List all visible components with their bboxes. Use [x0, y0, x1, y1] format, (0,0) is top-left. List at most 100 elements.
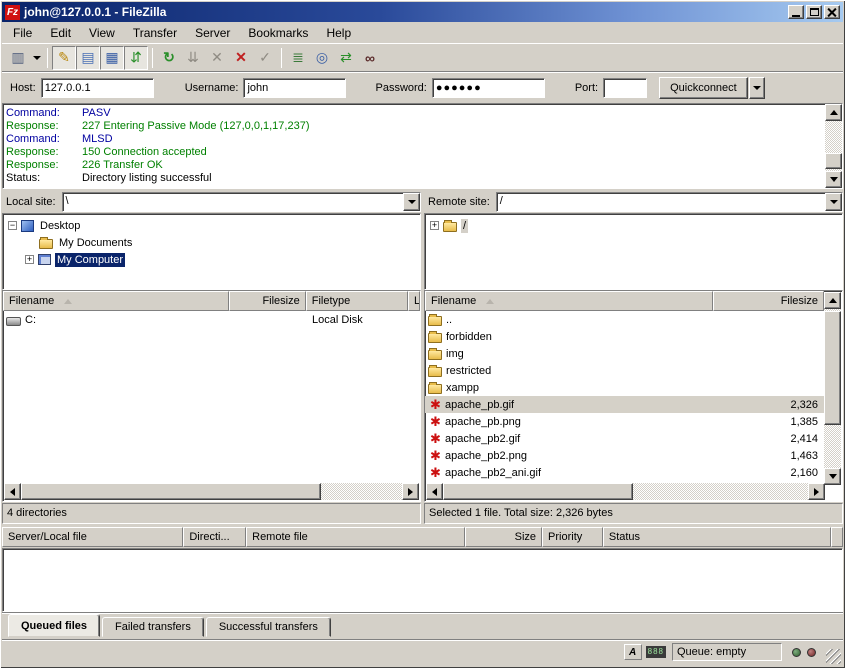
site-manager-button[interactable]: ▥: [6, 46, 30, 70]
column-header-remote-file[interactable]: Remote file: [246, 527, 465, 547]
process-queue-button[interactable]: ⇊: [181, 46, 205, 70]
close-button[interactable]: [824, 5, 840, 19]
column-header-server-local-file[interactable]: Server/Local file: [2, 527, 183, 547]
column-header-filename[interactable]: Filename: [3, 291, 229, 311]
scroll-track[interactable]: [443, 483, 808, 500]
local-site-dropdown[interactable]: [403, 193, 420, 211]
toggle-message-log-button[interactable]: ✎: [52, 46, 76, 70]
speedlimit-icon[interactable]: 888: [646, 646, 666, 658]
local-horizontal-scrollbar[interactable]: [4, 483, 419, 500]
scroll-track[interactable]: [21, 483, 402, 500]
host-input[interactable]: [41, 78, 154, 98]
column-header-priority[interactable]: Priority: [542, 527, 603, 547]
arrow-left-icon: [10, 488, 15, 496]
menu-file[interactable]: File: [4, 23, 41, 43]
disconnect-button[interactable]: ✕: [229, 46, 253, 70]
column-header-filetype[interactable]: Filetype: [306, 291, 408, 311]
resize-grip[interactable]: [826, 649, 841, 664]
scroll-thumb[interactable]: [21, 483, 321, 500]
cancel-operation-button[interactable]: ✕: [205, 46, 229, 70]
tab-successful-transfers[interactable]: Successful transfers: [206, 617, 331, 637]
scroll-thumb[interactable]: [443, 483, 633, 500]
scroll-up-button[interactable]: [825, 104, 842, 121]
quickconnect-dropdown[interactable]: [749, 77, 765, 99]
scroll-left-button[interactable]: [426, 483, 443, 500]
local-site-combo[interactable]: \: [62, 192, 421, 212]
remote-site-combo[interactable]: /: [496, 192, 843, 212]
toggle-local-tree-button[interactable]: ▤: [76, 46, 100, 70]
folder-row[interactable]: forbidden: [425, 328, 824, 345]
folder-row[interactable]: img: [425, 345, 824, 362]
abort-button[interactable]: ✓: [253, 46, 277, 70]
toggle-transfer-queue-button[interactable]: ⇵: [124, 46, 148, 70]
message-log[interactable]: Command:PASV Response:227 Entering Passi…: [2, 103, 843, 189]
file-row-selected[interactable]: ✱apache_pb.gif2,326: [425, 396, 824, 413]
column-header-status[interactable]: Status: [603, 527, 831, 547]
remote-horizontal-scrollbar[interactable]: [426, 483, 825, 500]
toggle-remote-tree-button[interactable]: ▦: [100, 46, 124, 70]
transfer-type-icon[interactable]: A: [624, 644, 642, 660]
tree-item-root[interactable]: + /: [425, 217, 842, 234]
refresh-button[interactable]: ↻: [157, 46, 181, 70]
scroll-track[interactable]: [825, 121, 842, 171]
tree-item-desktop[interactable]: − Desktop: [3, 217, 420, 234]
menu-help[interactable]: Help: [317, 23, 360, 43]
filter-button[interactable]: ≣: [286, 46, 310, 70]
folder-row[interactable]: ..: [425, 311, 824, 328]
chevron-down-icon: [408, 200, 416, 204]
folder-row[interactable]: restricted: [425, 362, 824, 379]
username-input[interactable]: [243, 78, 346, 98]
remote-directory-tree[interactable]: + /: [424, 213, 843, 290]
file-row[interactable]: ✱apache_pb2.png1,463: [425, 447, 824, 464]
file-row[interactable]: ✱apache_pb2.gif2,414: [425, 430, 824, 447]
file-row[interactable]: ✱apache_pb.png1,385: [425, 413, 824, 430]
tab-queued-files[interactable]: Queued files: [8, 614, 100, 637]
scroll-thumb[interactable]: [825, 153, 842, 169]
quickconnect-button[interactable]: Quickconnect: [659, 77, 748, 99]
scroll-right-button[interactable]: [402, 483, 419, 500]
local-file-list[interactable]: Filename Filesize Filetype L C: Local Di…: [2, 290, 421, 502]
menu-edit[interactable]: Edit: [41, 23, 80, 43]
scroll-up-button[interactable]: [824, 292, 841, 309]
folder-row[interactable]: xampp: [425, 379, 824, 396]
remote-site-dropdown[interactable]: [825, 193, 842, 211]
remote-file-list[interactable]: Filename Filesize .. forbidden img restr…: [424, 290, 843, 502]
column-header-filesize[interactable]: Filesize: [713, 291, 824, 311]
sync-browsing-button[interactable]: ⇄: [334, 46, 358, 70]
menu-bookmarks[interactable]: Bookmarks: [239, 23, 317, 43]
tree-item-my-computer[interactable]: + My Computer: [3, 251, 420, 268]
file-row[interactable]: ✱apache_pb2_ani.gif2,160: [425, 464, 824, 481]
column-header-direction[interactable]: Directi...: [183, 527, 246, 547]
scroll-down-button[interactable]: [825, 171, 842, 188]
expand-icon[interactable]: +: [25, 255, 34, 264]
title-bar[interactable]: Fz john@127.0.0.1 - FileZilla: [2, 2, 843, 22]
log-scrollbar[interactable]: [825, 104, 842, 188]
tab-failed-transfers[interactable]: Failed transfers: [102, 617, 204, 637]
scroll-thumb[interactable]: [824, 311, 841, 425]
port-input[interactable]: [603, 78, 647, 98]
column-header-filesize[interactable]: Filesize: [229, 291, 305, 311]
site-manager-dropdown[interactable]: [30, 46, 43, 70]
password-input[interactable]: [432, 78, 545, 98]
directory-compare-button[interactable]: ◎: [310, 46, 334, 70]
local-directory-tree[interactable]: − Desktop My Documents + My Computer: [2, 213, 421, 290]
maximize-button[interactable]: [806, 5, 822, 19]
scroll-track[interactable]: [824, 309, 841, 468]
scroll-left-button[interactable]: [4, 483, 21, 500]
menu-view[interactable]: View: [80, 23, 124, 43]
minimize-button[interactable]: [788, 5, 804, 19]
local-file-row[interactable]: C: Local Disk: [3, 311, 420, 328]
scroll-down-button[interactable]: [824, 468, 841, 485]
collapse-icon[interactable]: −: [8, 221, 17, 230]
transfer-queue-list[interactable]: [2, 548, 843, 612]
tree-item-my-documents[interactable]: My Documents: [3, 234, 420, 251]
expand-icon[interactable]: +: [430, 221, 439, 230]
column-header-size[interactable]: Size: [465, 527, 542, 547]
column-header-lastmodified[interactable]: L: [408, 291, 420, 311]
menu-server[interactable]: Server: [186, 23, 239, 43]
menu-transfer[interactable]: Transfer: [124, 23, 186, 43]
column-header-filename[interactable]: Filename: [425, 291, 713, 311]
scroll-right-button[interactable]: [808, 483, 825, 500]
find-files-button[interactable]: ∞: [358, 46, 382, 70]
remote-vertical-scrollbar[interactable]: [824, 292, 841, 485]
